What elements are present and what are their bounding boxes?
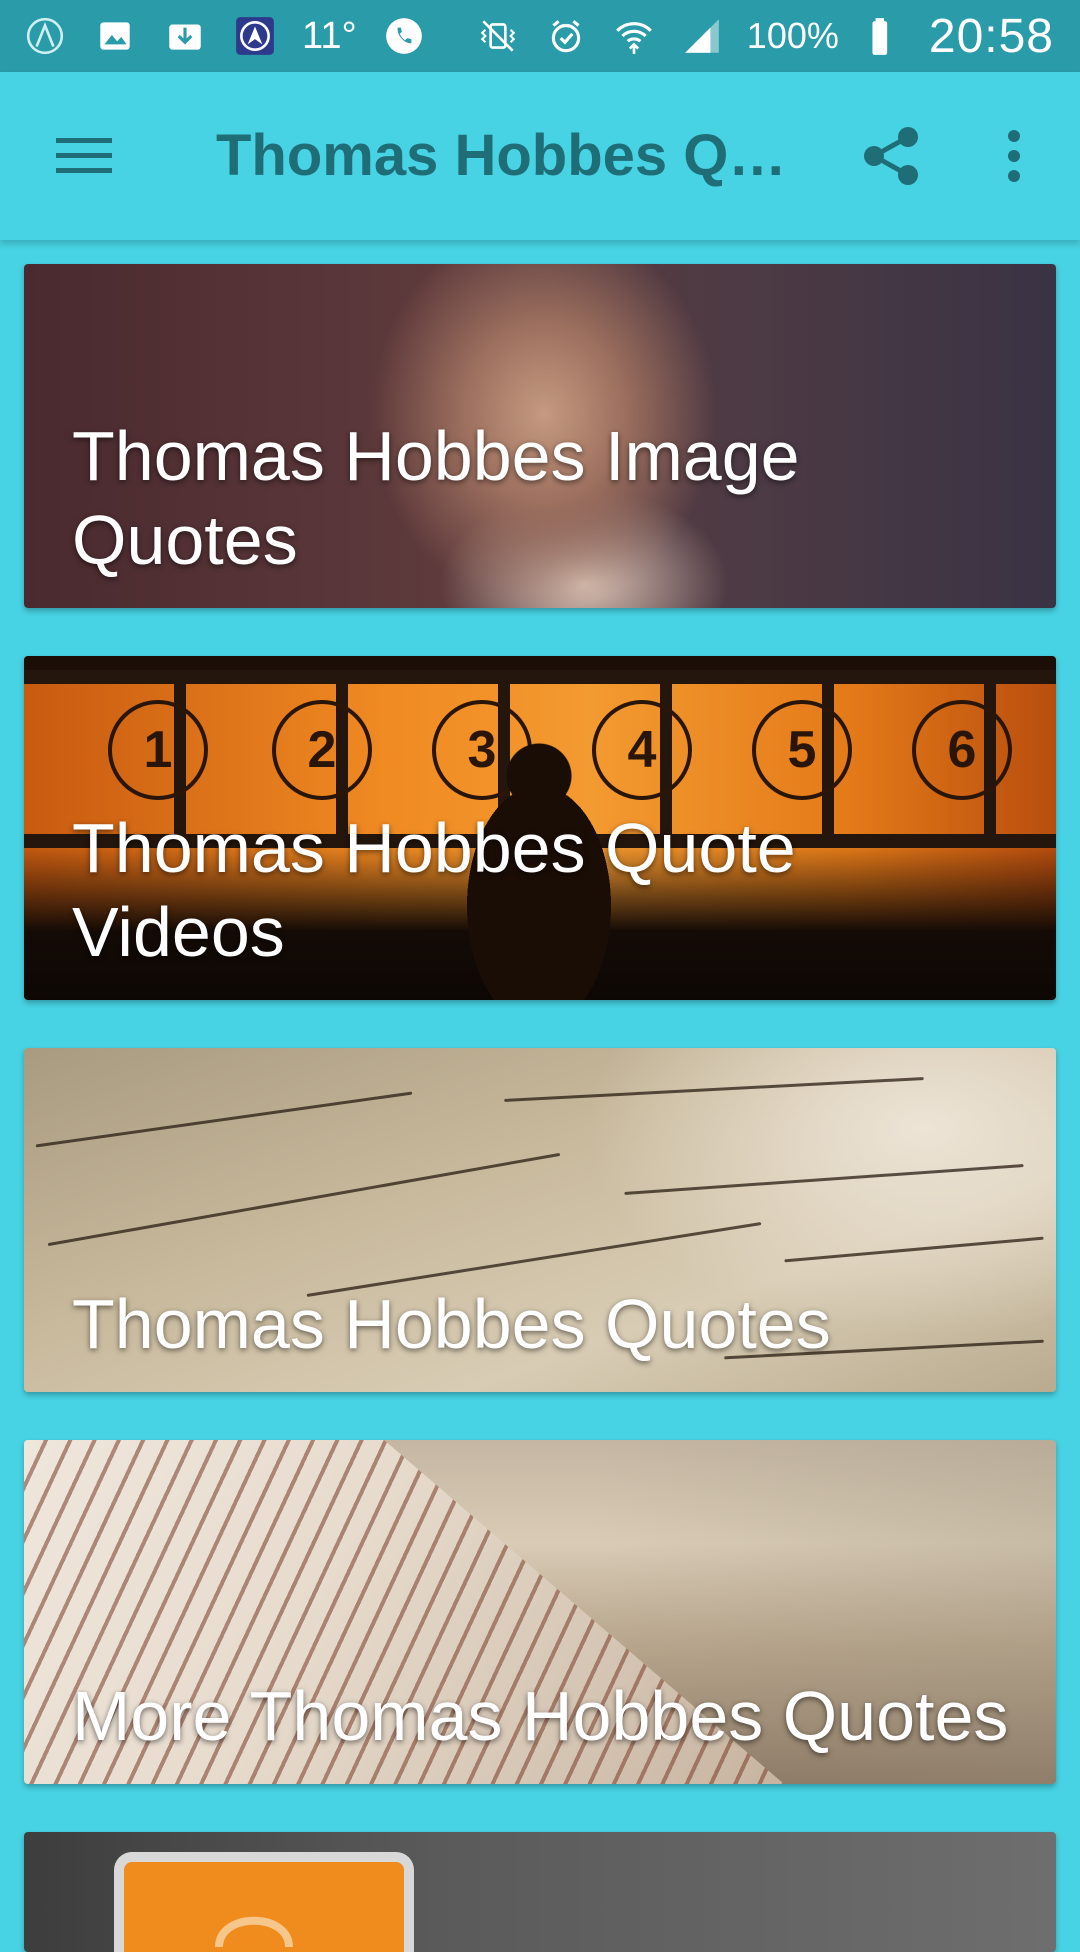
card-image-quotes[interactable]: Thomas Hobbes Image Quotes: [24, 264, 1056, 608]
status-bar: 11° 100% 20:58: [0, 0, 1080, 72]
battery-icon: [861, 13, 907, 59]
share-button[interactable]: [852, 116, 932, 196]
handwriting-stroke: [784, 1236, 1044, 1263]
hamburger-menu-button[interactable]: [40, 118, 128, 194]
app-a-icon: [22, 13, 68, 59]
card-quote-videos[interactable]: 1 2 3 4 5 6 Thomas Hobbes Quote Videos: [24, 656, 1056, 1000]
more-options-button[interactable]: [976, 116, 1052, 196]
wifi-icon: [611, 13, 657, 59]
handwriting-stroke: [47, 1152, 561, 1247]
status-bar-right: 100% 20:58: [475, 9, 1080, 64]
phone-call-icon: [381, 13, 427, 59]
card-label: Thomas Hobbes Image Quotes: [72, 417, 800, 579]
app-title: Thomas Hobbes Quotes: [216, 123, 796, 188]
headphones-icon: [215, 1916, 293, 1948]
card-more-quotes[interactable]: More Thomas Hobbes Quotes: [24, 1440, 1056, 1784]
share-icon: [864, 127, 918, 185]
phone-headphones-image: [24, 1832, 1056, 1952]
card-label: Thomas Hobbes Quotes: [72, 1285, 831, 1363]
signal-icon: [679, 13, 725, 59]
alarm-icon: [543, 13, 589, 59]
card-audio[interactable]: [24, 1832, 1056, 1952]
navigation-app-icon: [232, 13, 278, 59]
battery-percent: 100%: [746, 15, 839, 56]
hamburger-menu-icon: [56, 138, 112, 173]
vibrate-icon: [475, 13, 521, 59]
status-time: 20:58: [928, 9, 1054, 63]
gallery-icon: [92, 13, 138, 59]
weather-temperature: 11°: [302, 14, 357, 57]
card-label: More Thomas Hobbes Quotes: [72, 1677, 1009, 1755]
film-number: 1: [108, 700, 208, 800]
status-bar-left: 11°: [0, 13, 427, 59]
handwriting-stroke: [624, 1164, 1024, 1195]
film-number: 6: [912, 700, 1012, 800]
card-quotes[interactable]: Thomas Hobbes Quotes: [24, 1048, 1056, 1392]
handwriting-stroke: [504, 1077, 924, 1102]
phone-screen: [114, 1852, 414, 1952]
more-vert-icon: [1008, 130, 1020, 182]
film-number: 5: [752, 700, 852, 800]
film-number: 2: [272, 700, 372, 800]
app-bar: Thomas Hobbes Quotes: [0, 72, 1080, 240]
handwriting-stroke: [35, 1091, 413, 1148]
download-icon: [162, 13, 208, 59]
card-label: Thomas Hobbes Quote Videos: [72, 809, 796, 971]
